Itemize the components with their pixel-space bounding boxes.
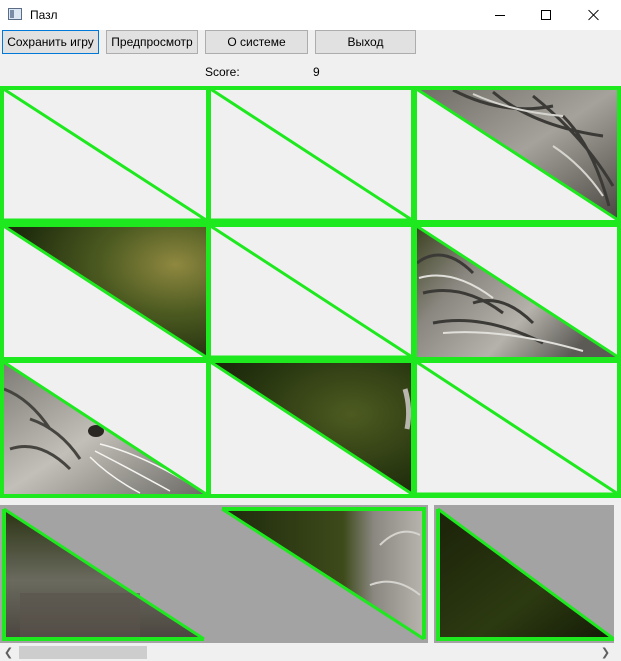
puzzle-board	[0, 86, 621, 500]
puzzle-cell[interactable]	[207, 359, 415, 498]
exit-button[interactable]: Выход	[315, 30, 416, 54]
minimize-icon	[495, 14, 505, 16]
about-button[interactable]: О системе	[205, 30, 308, 54]
preview-button[interactable]: Предпросмотр	[106, 30, 198, 54]
puzzle-cell[interactable]	[0, 359, 210, 498]
chevron-right-icon[interactable]: ❯	[597, 644, 614, 661]
score-value: 9	[313, 65, 320, 79]
puzzle-cell[interactable]	[207, 86, 415, 224]
puzzle-cell[interactable]	[207, 223, 415, 361]
save-game-button[interactable]: Сохранить игру	[2, 30, 99, 54]
maximize-icon	[541, 10, 551, 20]
chevron-left-icon[interactable]: ❮	[0, 644, 17, 661]
puzzle-piece[interactable]	[434, 505, 614, 643]
horizontal-scrollbar[interactable]: ❮ ❯	[0, 644, 614, 661]
scrollbar-thumb[interactable]	[19, 646, 147, 659]
pieces-tray	[0, 505, 614, 643]
minimize-button[interactable]	[477, 0, 523, 30]
puzzle-cell[interactable]	[413, 223, 621, 361]
puzzle-piece[interactable]	[0, 505, 428, 643]
window-title: Пазл	[30, 8, 58, 22]
app-window-icon	[8, 8, 22, 20]
close-icon	[588, 9, 600, 21]
maximize-button[interactable]	[523, 0, 569, 30]
title-bar[interactable]: Пазл	[0, 0, 621, 30]
window-edge	[614, 500, 621, 661]
puzzle-window: Пазл Сохранить игру Предпросмотр О систе…	[0, 0, 621, 661]
close-button[interactable]	[571, 0, 617, 30]
puzzle-cell[interactable]	[0, 223, 210, 361]
puzzle-cell[interactable]	[0, 86, 210, 224]
score-label: Score:	[205, 65, 240, 79]
puzzle-cell[interactable]	[413, 359, 621, 498]
puzzle-cell[interactable]	[413, 86, 621, 224]
